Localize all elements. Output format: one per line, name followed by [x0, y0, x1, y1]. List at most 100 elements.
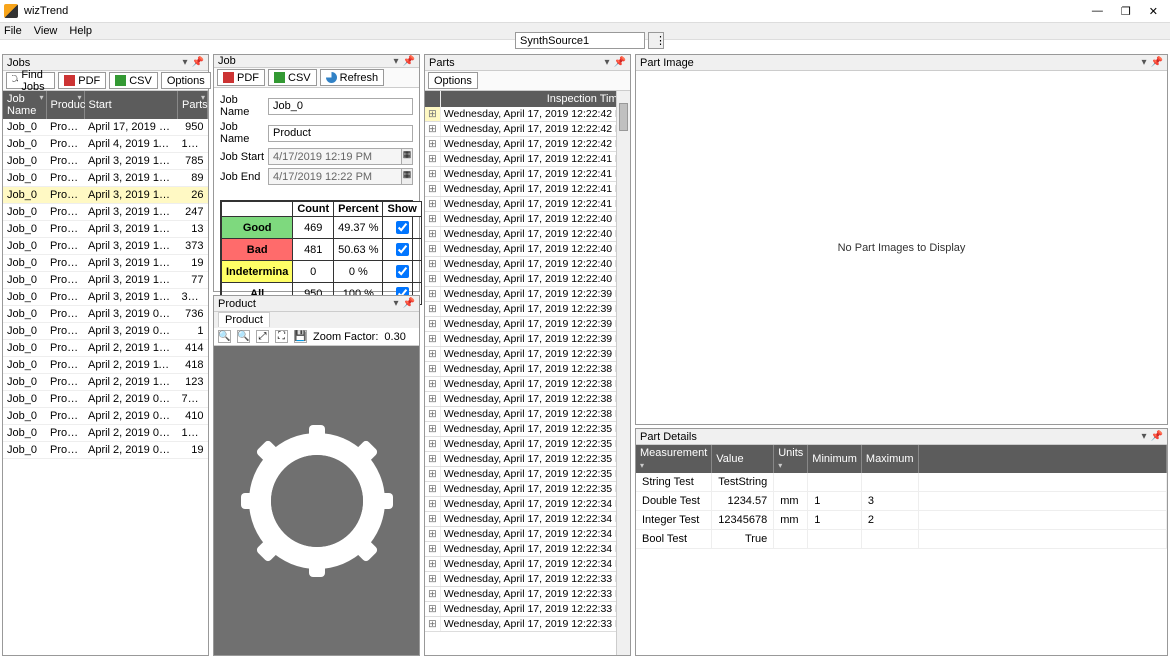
details-row[interactable]: String TestTestString: [636, 473, 1167, 492]
expand-icon[interactable]: ⊞: [425, 302, 440, 317]
parts-row[interactable]: ⊞Wednesday, April 17, 2019 12:22:34 PMBa…: [425, 527, 616, 542]
parts-grid[interactable]: Inspection Time ▾ Disposition ⊞Wednesday…: [425, 91, 616, 655]
expand-icon[interactable]: ⊞: [425, 452, 440, 467]
jobs-csv-button[interactable]: CSV: [109, 72, 158, 89]
parts-row[interactable]: ⊞Wednesday, April 17, 2019 12:22:39 PMGo…: [425, 347, 616, 362]
panel-menu-icon[interactable]: ▾: [1142, 57, 1147, 68]
jobs-row[interactable]: Job_0ProductApril 2, 2019 09:12 AM7449: [3, 391, 208, 408]
date-picker-icon[interactable]: ▦: [401, 168, 413, 185]
panel-pin-icon[interactable]: 📌: [192, 57, 204, 68]
expand-icon[interactable]: ⊞: [425, 572, 440, 587]
filter-icon[interactable]: ▾: [39, 93, 43, 102]
jobs-row[interactable]: Job_0ProductApril 2, 2019 08:58 AM410: [3, 408, 208, 425]
expand-icon[interactable]: ⊞: [425, 167, 440, 182]
stat-show-checkbox[interactable]: [396, 221, 409, 234]
parts-row[interactable]: ⊞Wednesday, April 17, 2019 12:22:40 PMBa…: [425, 212, 616, 227]
menu-view[interactable]: View: [34, 25, 58, 37]
col-value[interactable]: Value: [712, 445, 774, 473]
details-row[interactable]: Bool TestTrue: [636, 530, 1167, 549]
filter-icon[interactable]: ▾: [201, 93, 205, 102]
parts-row[interactable]: ⊞Wednesday, April 17, 2019 12:22:41 PMGo…: [425, 167, 616, 182]
job-end-field[interactable]: 4/17/2019 12:22 PM: [268, 168, 402, 185]
expand-icon[interactable]: ⊞: [425, 467, 440, 482]
expand-icon[interactable]: ⊞: [425, 542, 440, 557]
parts-row[interactable]: ⊞Wednesday, April 17, 2019 12:22:41 PMBa…: [425, 152, 616, 167]
expand-icon[interactable]: ⊞: [425, 272, 440, 287]
expand-icon[interactable]: ⊞: [425, 122, 440, 137]
jobs-row[interactable]: Job_0ProductApril 3, 2019 09:56 AM1: [3, 323, 208, 340]
panel-pin-icon[interactable]: 📌: [1151, 431, 1163, 442]
job-csv-button[interactable]: CSV: [268, 69, 317, 86]
job-pdf-button[interactable]: PDF: [217, 69, 265, 86]
col-measurement[interactable]: Measurement ▾: [636, 445, 712, 473]
expand-icon[interactable]: ⊞: [425, 362, 440, 377]
expand-icon[interactable]: ⊞: [425, 392, 440, 407]
parts-row[interactable]: ⊞Wednesday, April 17, 2019 12:22:34 PMBa…: [425, 497, 616, 512]
find-jobs-button[interactable]: Find Jobs: [6, 72, 55, 89]
jobs-grid[interactable]: Job Name▾ Product▾ Start Parts▾ Job_0Pro…: [3, 91, 208, 655]
parts-row[interactable]: ⊞Wednesday, April 17, 2019 12:22:40 PMGo…: [425, 272, 616, 287]
parts-row[interactable]: ⊞Wednesday, April 17, 2019 12:22:39 PMGo…: [425, 287, 616, 302]
maximize-button[interactable]: ❐: [1121, 5, 1131, 18]
expand-icon[interactable]: ⊞: [425, 512, 440, 527]
parts-row[interactable]: ⊞Wednesday, April 17, 2019 12:22:38 PMGo…: [425, 392, 616, 407]
panel-menu-icon[interactable]: ▾: [183, 57, 188, 68]
parts-row[interactable]: ⊞Wednesday, April 17, 2019 12:22:39 PMBa…: [425, 332, 616, 347]
jobs-row[interactable]: Job_0ProductApril 3, 2019 09:58 AM736: [3, 306, 208, 323]
menu-file[interactable]: File: [4, 25, 22, 37]
source-dropdown-button[interactable]: ⋮: [648, 32, 664, 49]
parts-row[interactable]: ⊞Wednesday, April 17, 2019 12:22:38 PMBa…: [425, 407, 616, 422]
jobs-row[interactable]: Job_0ProductApril 3, 2019 10:54 AM89: [3, 170, 208, 187]
expand-icon[interactable]: ⊞: [425, 317, 440, 332]
parts-row[interactable]: ⊞Wednesday, April 17, 2019 12:22:33 PMBa…: [425, 587, 616, 602]
expand-icon[interactable]: ⊞: [425, 332, 440, 347]
expand-icon[interactable]: ⊞: [425, 107, 440, 122]
jobs-row[interactable]: Job_0ProductApril 3, 2019 10:28 AM77: [3, 272, 208, 289]
expand-icon[interactable]: ⊞: [425, 407, 440, 422]
jobs-row[interactable]: Job_0ProductApril 2, 2019 12:10 PM414: [3, 340, 208, 357]
expand-icon[interactable]: ⊞: [425, 227, 440, 242]
save-icon[interactable]: 💾: [294, 330, 307, 343]
parts-row[interactable]: ⊞Wednesday, April 17, 2019 12:22:33 PMGo…: [425, 572, 616, 587]
product-field[interactable]: Product: [268, 125, 413, 142]
parts-row[interactable]: ⊞Wednesday, April 17, 2019 12:22:38 PMGo…: [425, 377, 616, 392]
minimize-button[interactable]: —: [1092, 5, 1103, 18]
jobs-row[interactable]: Job_0ProductApril 2, 2019 11:56 AM418: [3, 357, 208, 374]
col-maximum[interactable]: Maximum: [861, 445, 918, 473]
panel-menu-icon[interactable]: ▾: [605, 57, 610, 68]
parts-row[interactable]: ⊞Wednesday, April 17, 2019 12:22:35 PMBa…: [425, 467, 616, 482]
parts-row[interactable]: ⊞Wednesday, April 17, 2019 12:22:39 PMBa…: [425, 302, 616, 317]
jobs-row[interactable]: Job_0ProductApril 3, 2019 10:40 AM13: [3, 221, 208, 238]
expand-icon[interactable]: ⊞: [425, 482, 440, 497]
expand-icon[interactable]: ⊞: [425, 242, 440, 257]
parts-row[interactable]: ⊞Wednesday, April 17, 2019 12:22:41 PMBa…: [425, 182, 616, 197]
expand-icon[interactable]: ⊞: [425, 287, 440, 302]
jobs-pdf-button[interactable]: PDF: [58, 72, 106, 89]
panel-pin-icon[interactable]: 📌: [614, 57, 626, 68]
job-start-field[interactable]: 4/17/2019 12:19 PM: [268, 148, 402, 165]
jobs-options-button[interactable]: Options: [161, 72, 211, 89]
scrollbar-thumb[interactable]: [619, 103, 628, 131]
panel-pin-icon[interactable]: 📌: [1151, 57, 1163, 68]
jobs-row[interactable]: Job_0ProductApril 2, 2019 08:19 AM19: [3, 442, 208, 459]
parts-row[interactable]: ⊞Wednesday, April 17, 2019 12:22:35 PMGo…: [425, 437, 616, 452]
expand-icon[interactable]: ⊞: [425, 377, 440, 392]
parts-row[interactable]: ⊞Wednesday, April 17, 2019 12:22:34 PMBa…: [425, 557, 616, 572]
details-row[interactable]: Integer Test12345678mm12: [636, 511, 1167, 530]
col-start[interactable]: Start: [84, 91, 178, 119]
col-job-name[interactable]: Job Name▾: [3, 91, 46, 119]
expand-icon[interactable]: ⊞: [425, 347, 440, 362]
fullscreen-icon[interactable]: ⛶: [275, 330, 288, 343]
jobs-row[interactable]: Job_0ProductApril 4, 2019 11:26 AM1318: [3, 136, 208, 153]
jobs-row[interactable]: Job_0ProductApril 2, 2019 08:22 AM1286: [3, 425, 208, 442]
parts-row[interactable]: ⊞Wednesday, April 17, 2019 12:22:35 PMBa…: [425, 422, 616, 437]
parts-row[interactable]: ⊞Wednesday, April 17, 2019 12:22:38 PMBa…: [425, 362, 616, 377]
parts-row[interactable]: ⊞Wednesday, April 17, 2019 12:22:35 PMGo…: [425, 482, 616, 497]
product-image-viewer[interactable]: [214, 346, 419, 655]
parts-row[interactable]: ⊞Wednesday, April 17, 2019 12:22:39 PMGo…: [425, 317, 616, 332]
col-parts[interactable]: Parts▾: [178, 91, 208, 119]
panel-menu-icon[interactable]: ▾: [394, 56, 399, 67]
details-row[interactable]: Double Test1234.57mm13: [636, 492, 1167, 511]
stat-show-checkbox[interactable]: [396, 265, 409, 278]
panel-menu-icon[interactable]: ▾: [1142, 431, 1147, 442]
